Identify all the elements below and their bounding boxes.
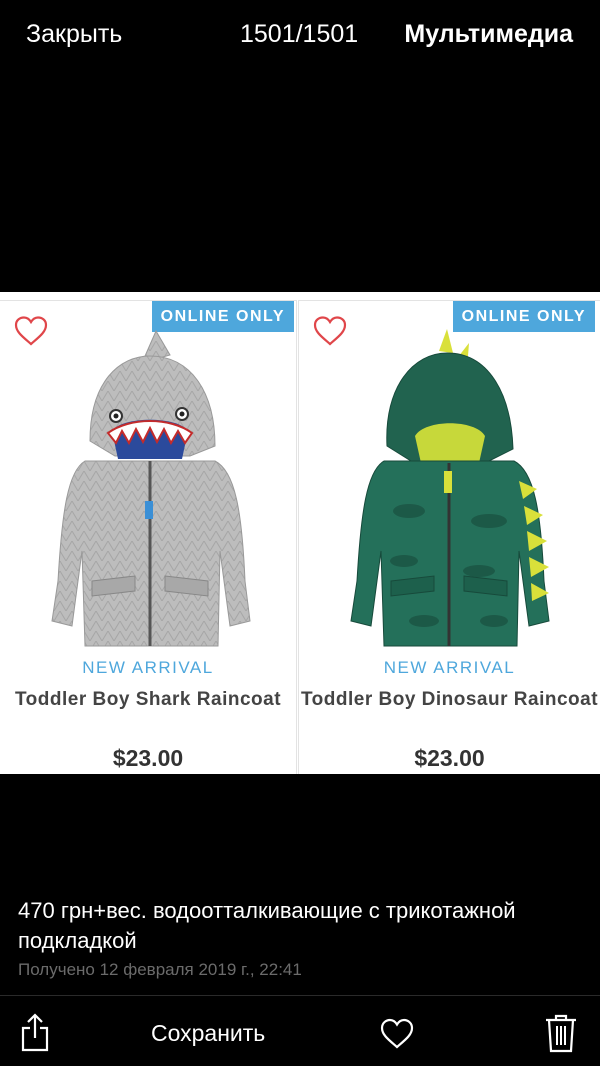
product-price: $23.00 (112, 745, 184, 771)
shark-raincoat-image (51, 329, 251, 647)
dinosaur-raincoat-image (350, 329, 550, 647)
toolbar-divider (0, 995, 600, 996)
product-card-shark: ONLINE ONLY NEW ARRIVAL Toddler Boy Shar… (0, 300, 297, 774)
received-timestamp: Получено 12 февраля 2019 г., 22:41 (18, 960, 302, 979)
new-arrival-label: NEW ARRIVAL (383, 658, 516, 677)
top-bar: Закрыть 1501/1501 Мультимедиа (0, 0, 600, 72)
share-icon[interactable] (20, 1012, 50, 1052)
close-button[interactable]: Закрыть (26, 20, 122, 49)
message-caption: 470 грн+вес. водоотталкивающие с трикота… (18, 898, 516, 953)
product-name: Toddler Boy Dinosaur Raincoat (300, 689, 599, 710)
photo-counter: 1501/1501 (240, 20, 359, 48)
trash-icon[interactable] (544, 1013, 578, 1053)
media-button[interactable]: Мультимедиа (404, 20, 573, 49)
image-viewer: ONLINE ONLY NEW ARRIVAL Toddler Boy Shar… (0, 292, 600, 774)
product-card-dinosaur: ONLINE ONLY NEW ARRIVAL Toddler Boy Dino… (298, 300, 600, 774)
save-button[interactable]: Сохранить (151, 1020, 265, 1047)
product-name: Toddler Boy Shark Raincoat (14, 689, 282, 710)
heart-icon[interactable] (380, 1018, 414, 1050)
product-price: $23.00 (414, 745, 485, 771)
new-arrival-label: NEW ARRIVAL (82, 658, 214, 677)
